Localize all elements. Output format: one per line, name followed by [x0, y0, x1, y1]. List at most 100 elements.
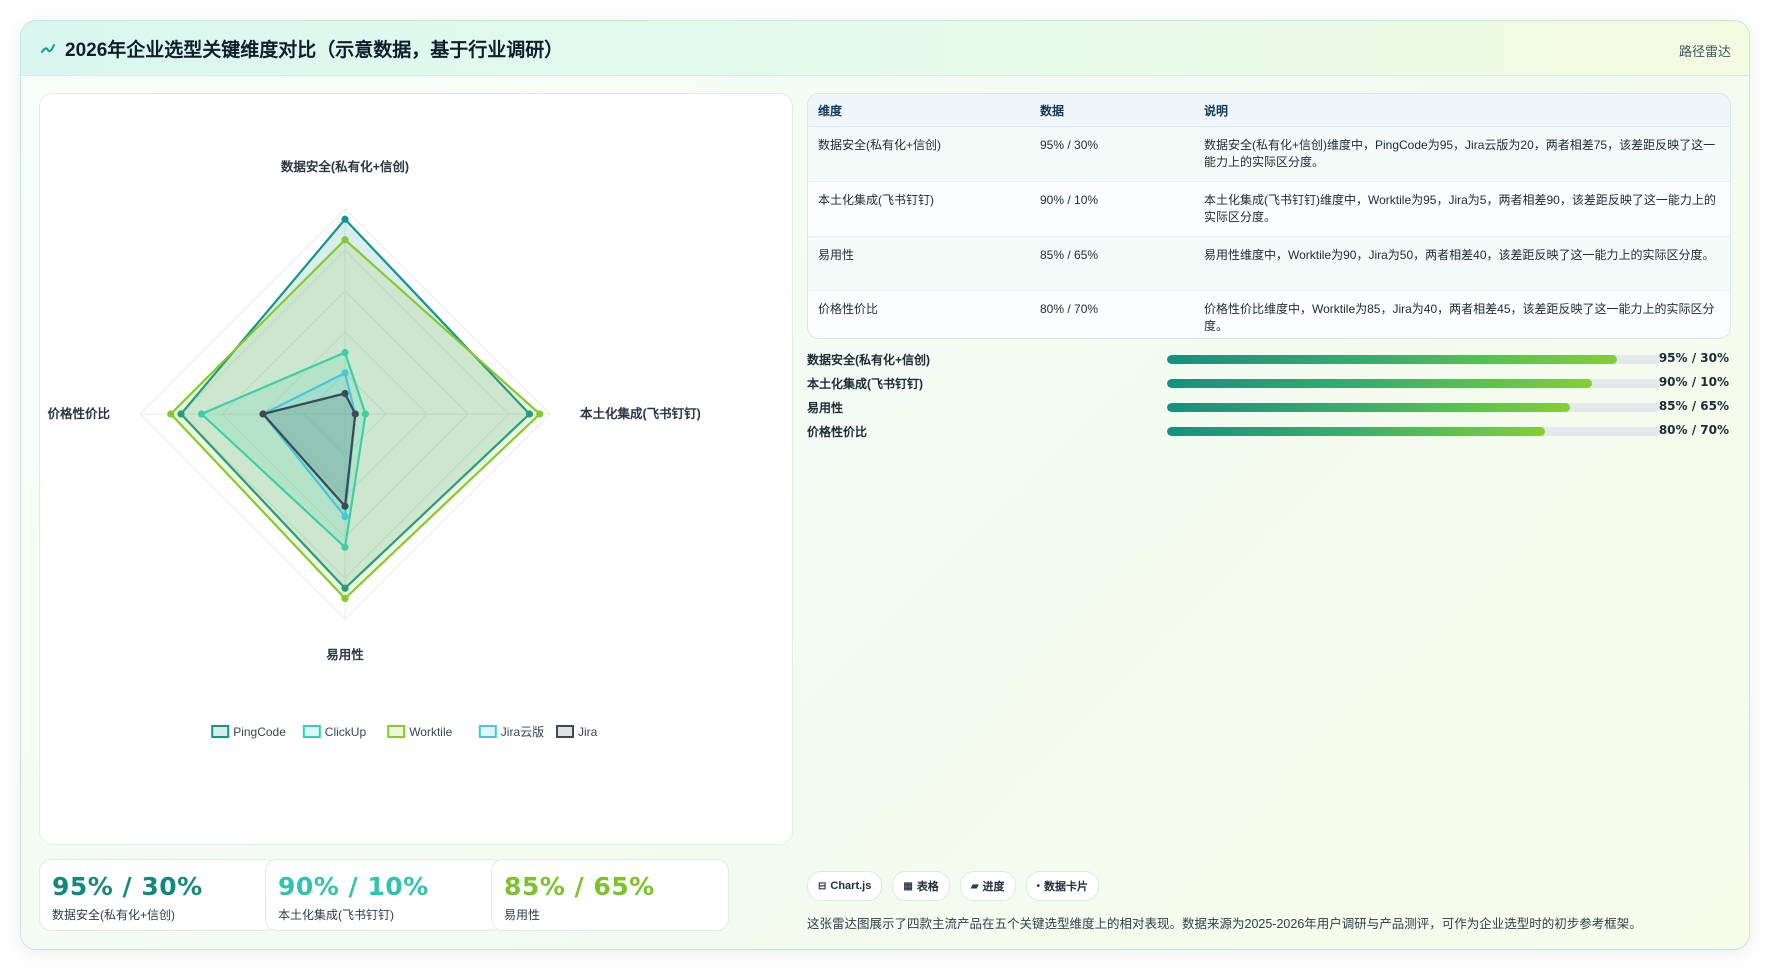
- radar-point: [341, 502, 349, 510]
- path-icon: [41, 43, 55, 53]
- table-cell-dimension: 易用性: [808, 236, 1030, 291]
- progress-row: 易用性 85% / 65%: [807, 395, 1729, 419]
- table-cell-dimension: 本土化集成(飞书钉钉): [808, 181, 1030, 237]
- stat-value: 95% / 30%: [52, 872, 203, 901]
- stat-label: 本土化集成(飞书钉钉): [278, 908, 394, 922]
- table-row: 数据安全(私有化+信创) 95% / 30% 数据安全(私有化+信创)维度中，P…: [808, 126, 1730, 182]
- table-row: 易用性 85% / 65% 易用性维度中，Worktile为90，Jira为50…: [808, 236, 1730, 291]
- progress-label: 数据安全(私有化+信创): [807, 353, 931, 367]
- radar-point: [341, 369, 349, 377]
- table-row: 本土化集成(飞书钉钉) 90% / 10% 本土化集成(飞书钉钉)维度中，Wor…: [808, 181, 1730, 237]
- data-table: 维度 数据 说明 数据安全(私有化+信创) 95% / 30% 数据安全(私有化…: [808, 94, 1730, 338]
- progress-label: 易用性: [807, 401, 844, 415]
- progress-value: 80% / 70%: [1658, 423, 1729, 437]
- table-row: 价格性价比 80% / 70% 价格性价比维度中，Worktile为85，Jir…: [808, 290, 1730, 338]
- table-cell-dimension: 价格性价比: [808, 290, 1030, 338]
- stat-card-localization: 90% / 10% 本土化集成(飞书钉钉): [265, 859, 503, 931]
- legend-swatch: [387, 725, 406, 738]
- progress-track: [1167, 355, 1661, 364]
- table-header-description: 说明: [1194, 94, 1730, 127]
- data-table-card: 维度 数据 说明 数据安全(私有化+信创) 95% / 30% 数据安全(私有化…: [807, 93, 1731, 339]
- view-chips: ⊟ Chart.js ▦ 表格 ▰ 进度 • 数据卡片: [807, 871, 1100, 901]
- table-cell-description: 数据安全(私有化+信创)维度中，PingCode为95，Jira云版为20，两者…: [1194, 126, 1730, 182]
- progress-label: 价格性价比: [807, 425, 868, 439]
- stat-card-usability: 85% / 65% 易用性: [491, 859, 729, 931]
- progress-row: 价格性价比 80% / 70%: [807, 419, 1729, 443]
- radar-chart-card: 数据安全(私有化+信创) 本土化集成(飞书钉钉) 易用性 价格性价比 PingCode…: [39, 93, 793, 845]
- table-cell-data: 95% / 30%: [1030, 126, 1194, 182]
- progress-row: 数据安全(私有化+信创) 95% / 30%: [807, 347, 1729, 371]
- legend-label: Jira云版: [501, 725, 544, 739]
- progress-track: [1167, 403, 1661, 412]
- legend-label: PingCode: [233, 725, 286, 739]
- radar-axis-label: 数据安全(私有化+信创): [280, 159, 409, 174]
- radar-point: [259, 410, 267, 418]
- progress-row: 本土化集成(飞书钉钉) 90% / 10%: [807, 371, 1729, 395]
- panel-header: 2026年企业选型关键维度对比（示意数据，基于行业调研） 路径雷达: [21, 21, 1749, 76]
- table-cell-description: 价格性价比维度中，Worktile为85，Jira为40，两者相差45，该差距反…: [1194, 290, 1730, 338]
- chip-data-card[interactable]: • 数据卡片: [1025, 871, 1100, 901]
- chip-label: 进度: [982, 881, 1005, 893]
- radar-axis-label: 价格性价比: [47, 406, 110, 421]
- progress-value: 95% / 30%: [1658, 351, 1729, 365]
- chip-label: Chart.js: [830, 880, 872, 892]
- radar-point: [341, 389, 349, 398]
- title-wrap: 2026年企业选型关键维度对比（示意数据，基于行业调研）: [39, 35, 563, 62]
- table-cell-data: 80% / 70%: [1030, 290, 1194, 338]
- stat-label: 数据安全(私有化+信创): [52, 908, 176, 922]
- legend-label: ClickUp: [325, 725, 367, 739]
- table-header-row: 维度 数据 说明: [808, 94, 1730, 127]
- legend-swatch: [556, 725, 574, 738]
- grid-icon: ⊟: [818, 880, 827, 892]
- radar-axis-label: 易用性: [326, 647, 364, 662]
- stat-card-data-security: 95% / 30% 数据安全(私有化+信创): [39, 859, 277, 931]
- footnote: 这张雷达图展示了四款主流产品在五个关键选型维度上的相对表现。数据来源为2025-…: [807, 917, 1642, 931]
- progress-label: 本土化集成(飞书钉钉): [807, 377, 923, 391]
- table-icon: ▦: [903, 880, 913, 892]
- legend-swatch: [302, 725, 321, 738]
- table-header-dimension: 维度: [808, 94, 1030, 127]
- stat-value: 85% / 65%: [504, 872, 655, 901]
- dashboard-panel: 2026年企业选型关键维度对比（示意数据，基于行业调研） 路径雷达 数据安全(私…: [20, 20, 1750, 950]
- table-cell-dimension: 数据安全(私有化+信创): [808, 126, 1030, 182]
- progress-track: [1167, 427, 1661, 436]
- chip-progress[interactable]: ▰ 进度: [959, 871, 1016, 901]
- radar-chart: 数据安全(私有化+信创) 本土化集成(飞书钉钉) 易用性 价格性价比 PingCode…: [47, 159, 701, 739]
- progress-icon: ▰: [970, 880, 979, 892]
- progress-fill: [1167, 355, 1617, 364]
- radar-point: [341, 215, 349, 223]
- radar-point: [536, 410, 544, 418]
- page: 2026年企业选型关键维度对比（示意数据，基于行业调研） 路径雷达 数据安全(私…: [0, 0, 1768, 969]
- legend-swatch: [211, 725, 230, 738]
- radar-point: [341, 594, 349, 603]
- legend-label: Jira: [578, 725, 598, 739]
- progress-list: 数据安全(私有化+信创) 95% / 30% 本土化集成(飞书钉钉) 90% /…: [807, 347, 1729, 443]
- radar-point: [341, 512, 349, 521]
- radar-point: [351, 410, 359, 418]
- table-header-data: 数据: [1030, 94, 1194, 127]
- progress-value: 85% / 65%: [1658, 399, 1729, 413]
- chip-chartjs[interactable]: ⊟ Chart.js: [807, 871, 883, 901]
- progress-fill: [1167, 403, 1570, 412]
- progress-value: 90% / 10%: [1658, 375, 1729, 389]
- table-cell-data: 85% / 65%: [1030, 236, 1194, 291]
- chip-label: 数据卡片: [1044, 881, 1089, 893]
- header-tag: 路径雷达: [1678, 45, 1731, 60]
- progress-fill: [1167, 427, 1545, 436]
- chip-label: 表格: [916, 881, 939, 893]
- chip-table[interactable]: ▦ 表格: [892, 871, 950, 901]
- radar-point: [341, 236, 349, 244]
- card-icon: •: [1036, 880, 1041, 892]
- progress-fill: [1167, 379, 1592, 388]
- radar-axis-label: 本土化集成(飞书钉钉): [580, 406, 701, 421]
- progress-track: [1167, 379, 1661, 388]
- stat-label: 易用性: [504, 908, 541, 922]
- legend-swatch: [478, 725, 497, 738]
- stat-value: 90% / 10%: [278, 872, 429, 901]
- page-title: 2026年企业选型关键维度对比（示意数据，基于行业调研）: [65, 40, 564, 61]
- legend-label: Worktile: [409, 725, 452, 739]
- table-cell-description: 本土化集成(飞书钉钉)维度中，Worktile为95，Jira为5，两者相差90…: [1194, 181, 1730, 237]
- table-cell-data: 90% / 10%: [1030, 181, 1194, 237]
- radar-point: [167, 410, 175, 418]
- table-cell-description: 易用性维度中，Worktile为90，Jira为50，两者相差40，该差距反映了…: [1194, 236, 1730, 291]
